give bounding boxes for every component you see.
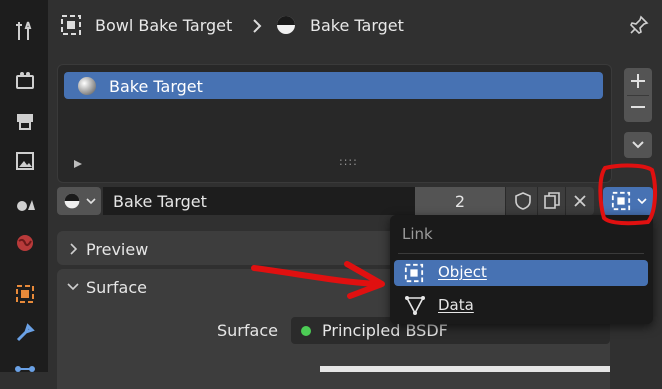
material-name: Bake Target [310, 16, 404, 35]
menu-item-data[interactable]: Data [394, 292, 648, 318]
close-icon [574, 195, 586, 207]
remove-slot-button[interactable] [628, 96, 648, 118]
material-preview-sphere-icon [77, 76, 97, 96]
material-name-value: Bake Target [113, 192, 207, 211]
chevron-down-icon [637, 198, 647, 205]
view-layer-tab-icon[interactable] [12, 148, 38, 174]
object-name: Bowl Bake Target [95, 16, 233, 35]
list-resize-handle[interactable]: :::: [339, 155, 358, 168]
fake-user-button[interactable] [505, 187, 538, 215]
breadcrumb-separator-icon [250, 18, 264, 34]
object-link-icon [611, 191, 631, 211]
browse-material-button[interactable] [57, 187, 101, 215]
tool-tab-icon[interactable] [12, 18, 38, 44]
world-tab-icon[interactable] [12, 230, 38, 256]
menu-item-label: Data [438, 296, 474, 314]
render-tab-icon[interactable] [12, 68, 38, 94]
mesh-data-icon [405, 296, 425, 315]
preview-panel-title: Preview [86, 240, 149, 259]
scene-tab-icon[interactable] [12, 190, 38, 216]
properties-tab-sidebar [0, 0, 48, 372]
menu-title: Link [402, 225, 433, 243]
panel-collapsed-chevron-icon [68, 243, 80, 255]
material-browse-icon [64, 193, 80, 209]
duplicate-material-button[interactable] [537, 187, 566, 215]
shader-socket-dot [301, 326, 311, 336]
unlink-material-button[interactable] [565, 187, 594, 215]
add-slot-button[interactable] [628, 70, 648, 92]
slot-specials-menu-button[interactable] [624, 132, 652, 158]
user-count: 2 [454, 192, 466, 211]
chevron-down-icon [86, 198, 96, 205]
panel-expanded-chevron-icon[interactable] [67, 281, 79, 293]
modifier-tab-icon[interactable] [12, 320, 38, 346]
link-dropdown-menu: Link Object Data [390, 215, 653, 324]
link-dropdown-button[interactable] [603, 187, 653, 215]
next-field-edge [320, 366, 610, 372]
menu-item-label: Object [438, 263, 487, 281]
surface-field-label: Surface [217, 321, 278, 340]
material-icon [275, 14, 297, 36]
output-tab-icon[interactable] [12, 108, 38, 134]
object-tab-icon[interactable] [12, 281, 38, 307]
particles-tab-icon[interactable] [12, 356, 38, 382]
list-item-label: Bake Target [109, 77, 203, 96]
object-icon [404, 263, 424, 283]
object-icon [60, 14, 82, 36]
pin-icon[interactable] [628, 14, 650, 36]
menu-item-object[interactable]: Object [394, 260, 648, 286]
expand-options-icon[interactable] [72, 158, 84, 170]
shield-icon [515, 192, 531, 210]
duplicate-icon [544, 192, 560, 209]
surface-panel-title: Surface [86, 278, 147, 297]
menu-divider [398, 253, 644, 254]
